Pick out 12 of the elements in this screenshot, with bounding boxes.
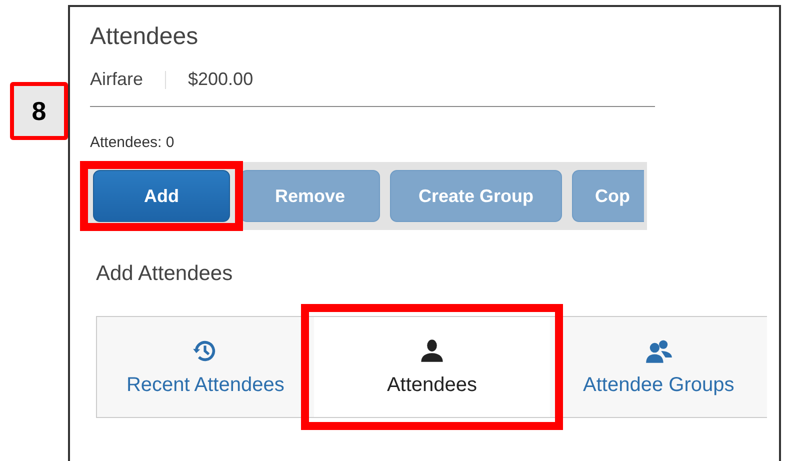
section-title: Attendees	[90, 23, 200, 51]
step-badge: 8	[10, 82, 68, 140]
tab[interactable]: Attendee Groups	[550, 317, 768, 417]
amount: $200.00	[188, 69, 254, 90]
expense-type: Airfare	[90, 69, 144, 90]
add-attendees-heading: Add Attendees	[96, 262, 234, 286]
person-icon	[419, 338, 445, 364]
people-icon	[644, 338, 673, 364]
tab[interactable]: Attendees	[314, 317, 550, 417]
tab[interactable]: Recent Attendees	[97, 317, 314, 417]
toolbar-button[interactable]: Add	[93, 170, 230, 222]
attendee-count: Attendees: 0	[90, 134, 176, 151]
